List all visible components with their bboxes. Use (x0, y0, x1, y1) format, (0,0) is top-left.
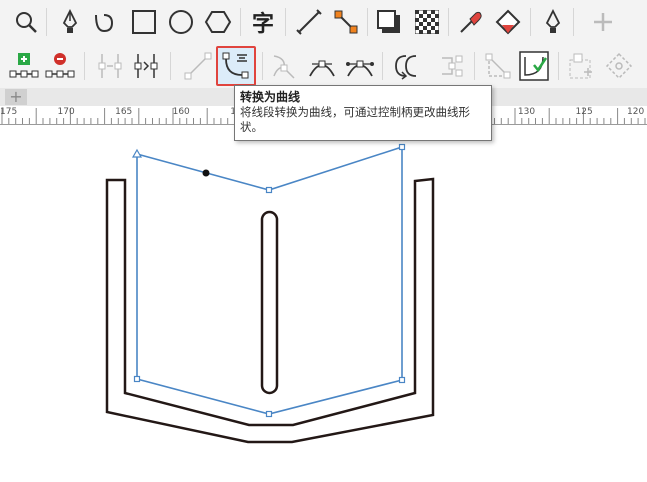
convert-to-curve-button[interactable] (216, 46, 256, 86)
convert-to-line-icon[interactable] (182, 48, 214, 84)
smooth-node-icon[interactable] (306, 48, 338, 84)
tooltip-description: 将线段转换为曲线，可通过控制柄更改曲线形状。 (240, 105, 470, 134)
eyedropper-tool-icon[interactable] (455, 4, 487, 40)
path-node[interactable] (265, 186, 273, 194)
connector-tool-icon[interactable] (330, 4, 362, 40)
path-node[interactable] (265, 410, 273, 418)
dimension-tool-icon[interactable] (293, 4, 325, 40)
ruler-label: 120 (627, 107, 645, 117)
symmetrical-node-icon[interactable] (344, 48, 376, 84)
pen-tool-icon[interactable] (54, 4, 86, 40)
text-tool-icon[interactable]: 字 (247, 4, 279, 40)
extract-subpath-icon[interactable] (436, 48, 468, 84)
convert-to-curve-tooltip: 转换为曲线 将线段转换为曲线，可通过控制柄更改曲线形状。 (234, 85, 492, 141)
text-tool-glyph: 字 (251, 12, 274, 37)
outer-shape-outline[interactable] (105, 177, 435, 444)
interactive-fill-tool-icon[interactable] (492, 4, 524, 40)
ruler-label: 175 (0, 107, 18, 117)
shadow-tool-icon[interactable] (373, 4, 405, 40)
reverse-direction-icon[interactable] (390, 48, 422, 84)
drawing-canvas[interactable] (0, 125, 647, 482)
path-node[interactable] (398, 376, 406, 384)
tooltip-title: 转换为曲线 (240, 90, 301, 104)
close-curve-icon[interactable] (518, 48, 550, 84)
ruler-label: 170 (57, 107, 75, 117)
elastic-mode-icon[interactable] (603, 48, 635, 84)
rectangle-tool-icon[interactable] (128, 4, 160, 40)
join-nodes-icon[interactable] (94, 48, 126, 84)
add-node-icon[interactable] (8, 48, 40, 84)
ruler-label: 130 (517, 107, 536, 117)
ruler-label: 125 (575, 107, 593, 117)
polygon-tool-icon[interactable] (202, 4, 234, 40)
add-tool-icon[interactable] (587, 4, 619, 40)
ruler-label: 165 (115, 107, 133, 117)
main-toolbar: 字 (0, 0, 647, 45)
start-node-marker[interactable] (131, 148, 143, 158)
transparency-tool-icon[interactable] (411, 4, 443, 40)
segment-click-point[interactable] (202, 169, 210, 177)
inner-slot-outline[interactable] (260, 210, 279, 395)
node-editing-toolbar (0, 44, 647, 89)
smart-fill-tool-icon[interactable] (537, 4, 569, 40)
break-curve-icon[interactable] (130, 48, 162, 84)
path-node[interactable] (398, 143, 406, 151)
cusp-node-icon[interactable] (268, 48, 300, 84)
ruler-label: 160 (172, 107, 190, 117)
zoom-tool-icon[interactable] (10, 4, 42, 40)
path-node[interactable] (133, 375, 141, 383)
extend-curve-to-close-icon[interactable] (482, 48, 514, 84)
delete-node-icon[interactable] (44, 48, 76, 84)
add-document-tab-button[interactable]: + (5, 89, 27, 105)
reflect-nodes-icon[interactable] (566, 48, 598, 84)
ellipse-tool-icon[interactable] (165, 4, 197, 40)
spiral-tool-icon[interactable] (88, 4, 120, 40)
